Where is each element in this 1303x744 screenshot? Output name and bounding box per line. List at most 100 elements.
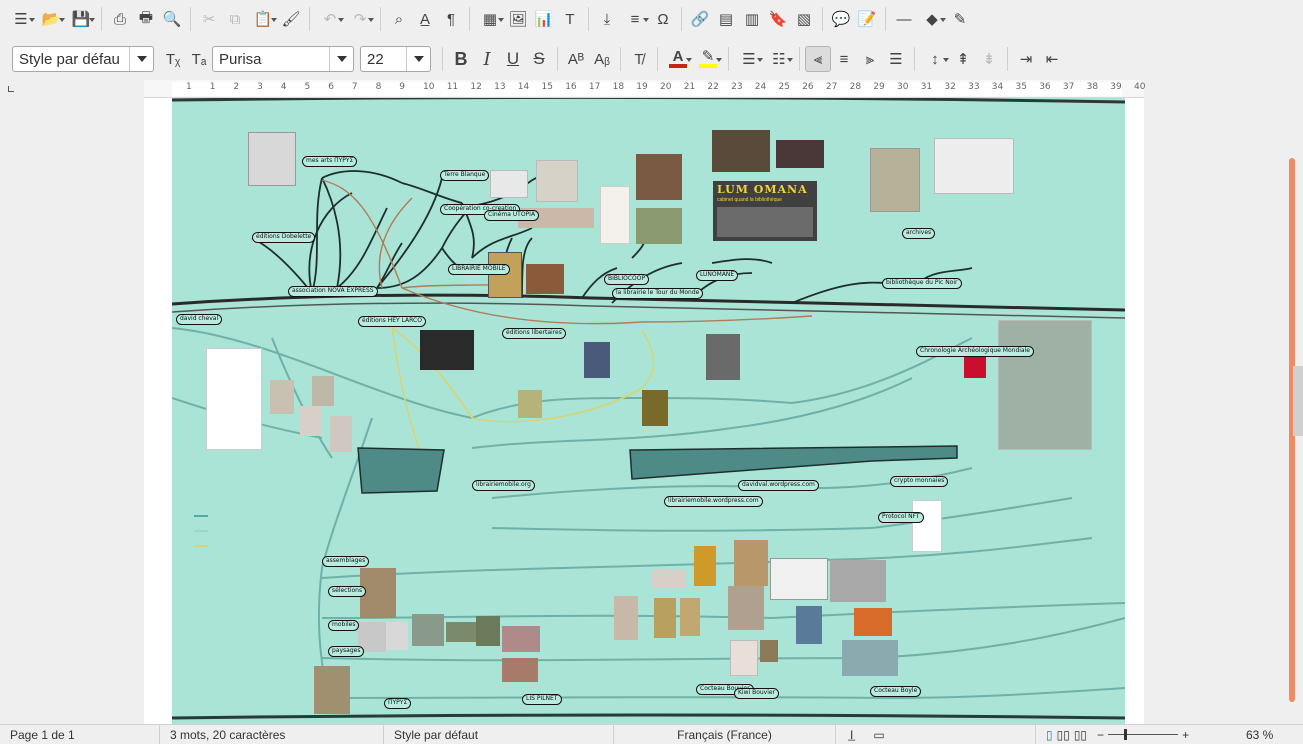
font-color-icon[interactable]: A xyxy=(663,46,693,72)
find-icon[interactable]: ⌕ xyxy=(386,6,412,32)
mindmap-note: paysages xyxy=(328,646,365,657)
open-icon[interactable]: 📂 xyxy=(36,6,66,32)
ruler-tick-label: 38 xyxy=(1086,82,1099,92)
ruler-tick-label: 34 xyxy=(991,82,1004,92)
footnote-icon[interactable]: ▤ xyxy=(713,6,739,32)
word-count[interactable]: 3 mots, 20 caractères xyxy=(160,725,384,744)
mindmap-image[interactable]: LUM OMANA cabinet quand la bibliothèque … xyxy=(172,98,1125,724)
font-size-select[interactable]: 22 xyxy=(360,46,431,72)
align-center-icon[interactable]: ≡ xyxy=(831,46,857,72)
ruler-tick-label: 9 xyxy=(399,82,406,92)
draw-icon[interactable]: ✎ xyxy=(947,6,973,32)
bookmark-icon[interactable]: 🔖 xyxy=(765,6,791,32)
photo-clip xyxy=(654,598,676,638)
mindmap-note: Chronologie Archéologique Mondiale xyxy=(916,346,1034,357)
underline-button[interactable]: U xyxy=(500,46,526,72)
track-changes-icon[interactable]: 📝 xyxy=(854,6,880,32)
page-style[interactable]: Style par défaut xyxy=(384,725,614,744)
save-icon[interactable]: 💾 xyxy=(66,6,96,32)
special-char-icon[interactable]: Ω xyxy=(650,6,676,32)
italic-button[interactable]: I xyxy=(474,46,500,72)
formatting-marks-icon[interactable]: ¶ xyxy=(438,6,464,32)
multi-page-view-icon[interactable]: ▯▯ xyxy=(1057,728,1070,742)
ruler-tick-label: 11 xyxy=(446,82,459,92)
line-icon[interactable]: — xyxy=(891,6,917,32)
chevron-down-icon[interactable] xyxy=(329,47,353,71)
chevron-down-icon[interactable] xyxy=(406,47,430,71)
doc-modified-icon[interactable]: ▭ xyxy=(873,728,884,742)
horizontal-ruler[interactable]: 1 1 2 3 4 5 6 7 8 9 10 11 12 13 14 15 16 17 18 19 20 21 22 23 24… xyxy=(144,80,1145,98)
shapes-icon[interactable]: ◆ xyxy=(917,6,947,32)
decrease-paragraph-spacing-icon[interactable]: ⇟ xyxy=(976,46,1002,72)
redo-icon[interactable]: ↷ xyxy=(345,6,375,32)
paste-icon[interactable]: 📋 xyxy=(248,6,278,32)
endnote-icon[interactable]: ▥ xyxy=(739,6,765,32)
clone-icon[interactable]: 🖌 xyxy=(278,6,304,32)
page-count[interactable]: Page 1 de 1 xyxy=(0,725,160,744)
zoom-slider[interactable] xyxy=(1108,729,1179,740)
subscript-icon[interactable]: Aᵦ xyxy=(589,46,615,72)
bold-button[interactable]: B xyxy=(448,46,474,72)
photo-clip xyxy=(770,558,828,600)
sidebar-toggle-handle[interactable] xyxy=(1293,366,1303,436)
align-left-icon[interactable]: ⫷ xyxy=(805,46,831,72)
mindmap-note: LIBRAIRIE MOBILE xyxy=(448,264,510,275)
increase-paragraph-spacing-icon[interactable]: ⇞ xyxy=(950,46,976,72)
zoom-out-icon[interactable]: − xyxy=(1097,728,1104,742)
bullet-list-icon[interactable]: ☰ xyxy=(734,46,764,72)
print-preview-icon[interactable]: 🔍 xyxy=(159,6,185,32)
chart-icon[interactable]: 📊 xyxy=(531,6,557,32)
table-icon[interactable]: ▦ xyxy=(475,6,505,32)
single-page-view-icon[interactable]: ▯ xyxy=(1046,728,1053,742)
numbered-list-icon[interactable]: ☷ xyxy=(764,46,794,72)
image-icon[interactable]: 🖼 xyxy=(505,6,531,32)
selection-mode[interactable]: I̲ ▭ xyxy=(836,725,1036,744)
superscript-icon[interactable]: Aᴮ xyxy=(563,46,589,72)
clear-formatting-icon[interactable]: T̸ xyxy=(626,46,652,72)
book-view-icon[interactable]: ▯▯ xyxy=(1074,728,1087,742)
textbox-icon[interactable]: T xyxy=(557,6,583,32)
photo-clip xyxy=(934,138,1014,194)
print-icon[interactable]: 🖶 xyxy=(133,6,159,32)
spelling-icon[interactable]: A̲ xyxy=(412,6,438,32)
align-right-icon[interactable]: ⫸ xyxy=(857,46,883,72)
photo-clip xyxy=(312,376,334,406)
tab-stop-selector[interactable] xyxy=(8,86,14,92)
ruler-tick-label: 6 xyxy=(328,82,334,92)
hyperlink-icon[interactable]: 🔗 xyxy=(687,6,713,32)
increase-indent-icon[interactable]: ⇥ xyxy=(1013,46,1039,72)
copy-icon[interactable]: ⧉ xyxy=(222,6,248,32)
zoom-level[interactable]: 63 % xyxy=(1236,725,1283,744)
language-status[interactable]: Français (France) xyxy=(614,725,836,744)
photo-clip xyxy=(854,608,892,636)
toolbar-separator xyxy=(380,7,381,31)
export-pdf-icon[interactable]: ⎙ xyxy=(107,6,133,32)
font-name-select[interactable]: Purisa xyxy=(212,46,354,72)
ruler-tick-label: 21 xyxy=(683,82,696,92)
cross-reference-icon[interactable]: ▧ xyxy=(791,6,817,32)
cut-icon[interactable]: ✂ xyxy=(196,6,222,32)
insert-mode-icon[interactable]: I̲ xyxy=(850,728,853,742)
sidebar-icon[interactable]: ☰ xyxy=(6,6,36,32)
photo-clip xyxy=(636,208,682,244)
field-icon[interactable]: ≡ xyxy=(620,6,650,32)
new-style-icon[interactable]: Tₐ xyxy=(186,46,212,72)
mindmap-note: BIBLIOCOOP xyxy=(604,274,650,285)
line-spacing-icon[interactable]: ↕ xyxy=(920,46,950,72)
mindmap-note: LUNOMANE xyxy=(696,270,739,281)
zoom-slider-thumb[interactable] xyxy=(1124,729,1128,740)
update-style-icon[interactable]: Tᵪ xyxy=(160,46,186,72)
zoom-in-icon[interactable]: + xyxy=(1182,728,1189,742)
undo-icon[interactable]: ↶ xyxy=(315,6,345,32)
app-screenshot-clip xyxy=(998,320,1092,450)
page-break-icon[interactable]: ⤓ xyxy=(594,6,620,32)
font-name-value: Purisa xyxy=(219,50,262,68)
justify-icon[interactable]: ☰ xyxy=(883,46,909,72)
strikethrough-button[interactable]: S xyxy=(526,46,552,72)
highlight-color-icon[interactable]: ✎ xyxy=(693,46,723,72)
chevron-down-icon[interactable] xyxy=(129,47,153,71)
ruler-tick-label: 10 xyxy=(423,82,435,92)
comment-icon[interactable]: 💬 xyxy=(828,6,854,32)
paragraph-style-select[interactable]: Style par défau xyxy=(12,46,154,72)
decrease-indent-icon[interactable]: ⇤ xyxy=(1039,46,1065,72)
